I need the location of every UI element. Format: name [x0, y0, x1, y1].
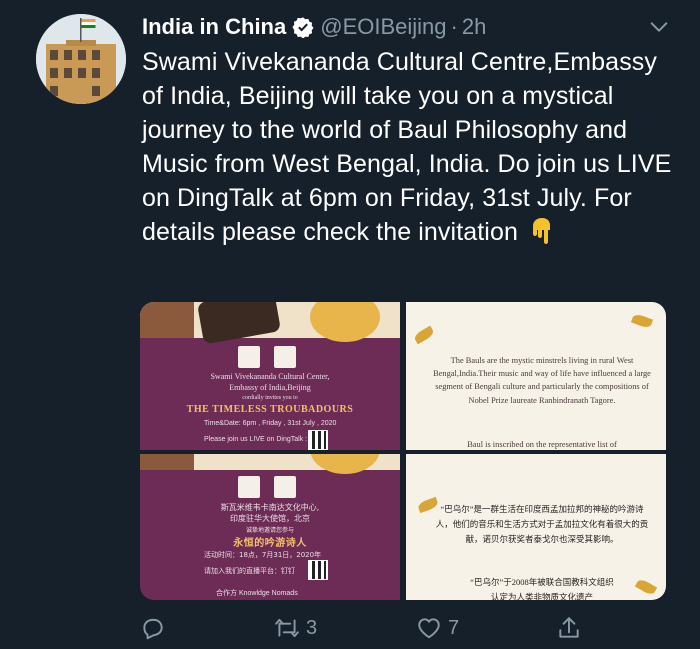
cultural-centre-logo-icon — [274, 346, 296, 368]
heart-icon — [418, 618, 440, 639]
description-cn-text: “巴乌尔”是一群生活在印度西孟加拉邦的神秘的吟游诗人，他们的音乐和生活方式对于孟… — [435, 504, 649, 544]
verified-badge-icon — [292, 17, 314, 38]
inv-join: Please join us LIVE on DingTalk : — [204, 436, 308, 443]
description-cn-cut-line: 认定为人类非物质文化遗产 — [490, 592, 593, 600]
tweet-text-content: Swami Vivekananda Cultural Centre,Embass… — [142, 48, 672, 246]
inv-cn-join: 请加入我们的直播平台：钉钉 — [204, 567, 295, 575]
like-button[interactable]: 7 — [416, 610, 459, 646]
inv-cn-title: 永恒的吟游诗人 — [233, 538, 307, 549]
india-emblem-icon — [238, 346, 260, 368]
reply-icon — [143, 618, 163, 640]
retweet-icon — [275, 618, 299, 638]
inv-cn-partner: 合作方 Knowldge Nomads — [216, 590, 298, 597]
qr-code — [308, 560, 328, 580]
share-button[interactable] — [556, 610, 588, 646]
emblem-row — [238, 346, 296, 368]
retweet-count: 3 — [306, 616, 318, 639]
reply-button[interactable] — [140, 610, 172, 646]
tweet-text: Swami Vivekananda Cultural Centre,Embass… — [142, 45, 672, 249]
inv-cn-time-date: 活动时间：18点，7月31日，2020年 — [204, 551, 322, 559]
invitation-english-image[interactable]: Swami Vivekananda Cultural Center, Embas… — [140, 302, 400, 450]
artwork-figure — [140, 302, 194, 338]
artwork-strip — [140, 302, 400, 345]
like-count: 7 — [448, 616, 460, 639]
share-icon — [559, 617, 579, 638]
retweet-button[interactable]: 3 — [274, 610, 317, 646]
timestamp[interactable]: 2h — [462, 14, 486, 40]
tweet-header: India in China @EOIBeijing · 2h — [142, 12, 486, 42]
handle[interactable]: @EOIBeijing — [320, 14, 446, 40]
inv-invites: cordially invites you to — [242, 395, 298, 401]
chevron-down-icon[interactable] — [648, 16, 670, 38]
artwork-drum — [196, 302, 282, 345]
description-cn-line2: “巴乌尔”于2008年被联合国教科文组织 — [470, 577, 614, 587]
india-emblem-icon — [238, 476, 260, 498]
inv-cn-invites: 诚挚地邀请您参与 — [245, 527, 294, 534]
description-text: The Bauls are the mystic minstrels livin… — [433, 356, 651, 405]
description-chinese-image[interactable]: “巴乌尔”是一群生活在印度西孟加拉邦的神秘的吟游诗人，他们的音乐和生活方式对于孟… — [406, 454, 666, 600]
action-bar: 3 7 — [140, 610, 590, 646]
inv-org-line1: Swami Vivekananda Cultural Center, — [210, 372, 330, 381]
separator: · — [450, 14, 458, 39]
qr-code — [308, 430, 328, 450]
invitation-chinese-image[interactable]: 斯瓦米维韦卡南达文化中心, 印度驻华大使馆，北京 诚挚地邀请您参与 永恒的吟游诗… — [140, 454, 400, 600]
artwork-strip — [140, 454, 400, 474]
leaf-decoration — [630, 312, 654, 330]
artwork-flower — [310, 454, 380, 474]
cultural-centre-logo-icon — [274, 476, 296, 498]
media-grid[interactable]: Swami Vivekananda Cultural Center, Embas… — [140, 302, 666, 600]
inv-cn-org-line2: 印度驻华大使馆，北京 — [230, 514, 310, 523]
leaf-decoration — [412, 325, 436, 345]
avatar[interactable] — [36, 14, 126, 104]
tweet[interactable]: India in China @EOIBeijing · 2h Swami Vi… — [0, 0, 700, 649]
emblem-row — [238, 476, 296, 498]
description-english-image[interactable]: The Bauls are the mystic minstrels livin… — [406, 302, 666, 450]
artwork-figure — [140, 454, 194, 470]
inv-org-line2: Embassy of India,Beijing — [229, 383, 311, 392]
embassy-building-image — [36, 14, 126, 104]
inv-title: THE TIMELESS TROUBADOURS — [186, 404, 354, 415]
artwork-flower — [310, 302, 380, 342]
inv-time-date: Time&Date: 6pm , Friday , 31st July , 20… — [204, 420, 337, 427]
description-cut-line: Baul is inscribed on the representative … — [467, 440, 617, 449]
display-name[interactable]: India in China — [142, 14, 286, 40]
pointing-down-emoji-icon — [532, 218, 550, 244]
inv-cn-org-line1: 斯瓦米维韦卡南达文化中心, — [220, 503, 320, 512]
